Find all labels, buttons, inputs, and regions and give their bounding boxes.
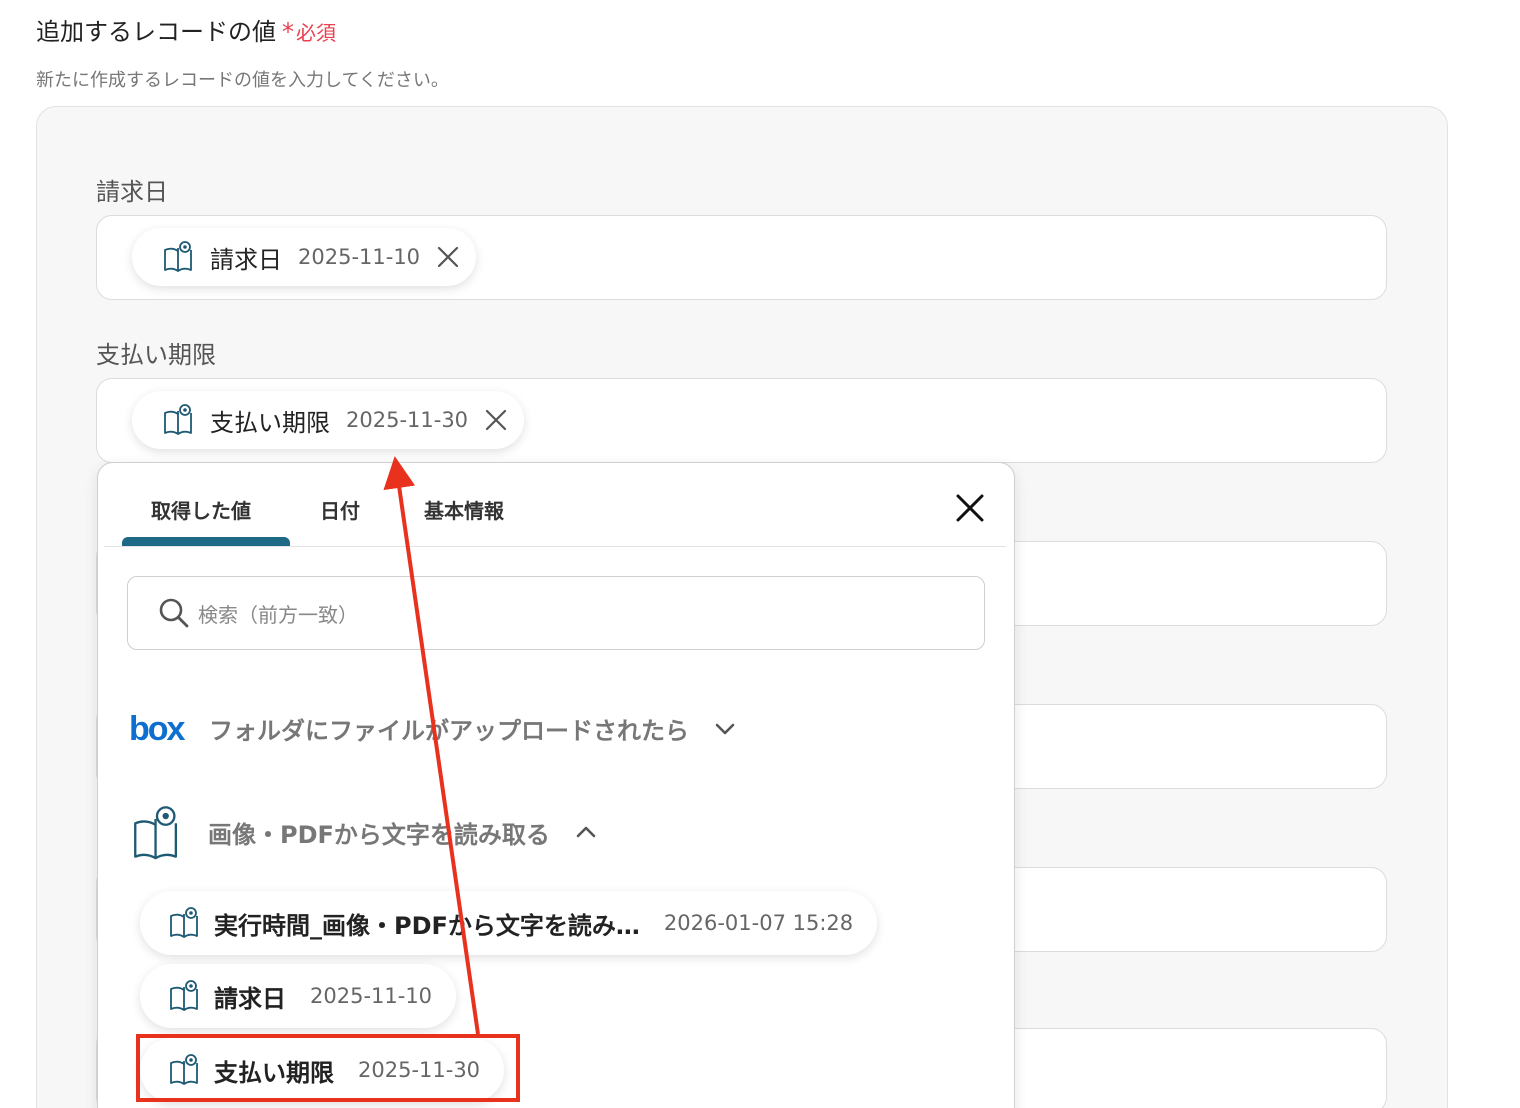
list-item-invoice-date[interactable]: 請求日 2025-11-10 <box>140 964 457 1028</box>
popover-tabs: 取得した値 日付 基本情報 <box>104 463 1006 547</box>
item-value: 2025-11-10 <box>310 984 433 1008</box>
ocr-book-icon <box>170 980 198 1011</box>
list-item-execution-time[interactable]: 実行時間_画像・PDFから文字を読み… 2026-01-07 15:28 <box>140 891 878 955</box>
value-chip-payment-due[interactable]: 支払い期限 2025-11-30 <box>132 391 525 449</box>
required-star: * <box>282 18 294 46</box>
close-icon[interactable] <box>953 491 987 525</box>
group-title: 画像・PDFから文字を読み取る <box>208 820 550 849</box>
chip-value: 2025-11-30 <box>346 408 469 432</box>
group-ocr[interactable]: 画像・PDFから文字を読み取る <box>132 803 598 861</box>
section-description: 新たに作成するレコードの値を入力してください。 <box>36 70 449 91</box>
value-chip-invoice-date[interactable]: 請求日 2025-11-10 <box>132 228 477 286</box>
item-value: 2026-01-07 15:28 <box>663 911 854 935</box>
item-label: 実行時間_画像・PDFから文字を読み… <box>214 911 640 940</box>
remove-icon[interactable] <box>482 406 510 434</box>
remove-icon[interactable] <box>434 243 462 271</box>
group-title: フォルダにファイルがアップロードされたら <box>209 717 689 745</box>
tab-retrieved-values[interactable]: 取得した値 <box>151 495 251 524</box>
section-title: 追加するレコードの値 * 必須 <box>36 12 336 47</box>
chip-value: 2025-11-10 <box>298 245 421 269</box>
chip-label: 請求日 <box>210 245 282 274</box>
required-label: 必須 <box>296 21 336 45</box>
search-placeholder: 検索（前方一致） <box>198 602 358 627</box>
ocr-book-icon <box>170 907 198 938</box>
item-label: 請求日 <box>214 984 286 1013</box>
chevron-up-icon[interactable] <box>574 820 598 844</box>
ocr-book-icon <box>164 241 192 272</box>
section-title-text: 追加するレコードの値 <box>36 18 276 46</box>
ocr-book-icon <box>164 404 192 435</box>
tab-basic-info[interactable]: 基本情報 <box>424 495 504 524</box>
ocr-book-icon <box>134 806 178 860</box>
search-input[interactable]: 検索（前方一致） <box>127 576 985 650</box>
active-tab-indicator <box>122 537 290 546</box>
field-label-invoice-date: 請求日 <box>96 178 168 206</box>
chevron-down-icon[interactable] <box>713 717 737 741</box>
box-logo-icon: box <box>129 712 185 746</box>
chip-label: 支払い期限 <box>210 408 330 437</box>
svg-text:box: box <box>129 712 185 746</box>
annotation-highlight-box <box>136 1034 520 1102</box>
search-icon <box>159 598 189 628</box>
group-box-trigger[interactable]: box フォルダにファイルがアップロードされたら <box>129 711 737 746</box>
tab-date[interactable]: 日付 <box>320 495 360 524</box>
field-label-payment-due: 支払い期限 <box>96 341 216 369</box>
